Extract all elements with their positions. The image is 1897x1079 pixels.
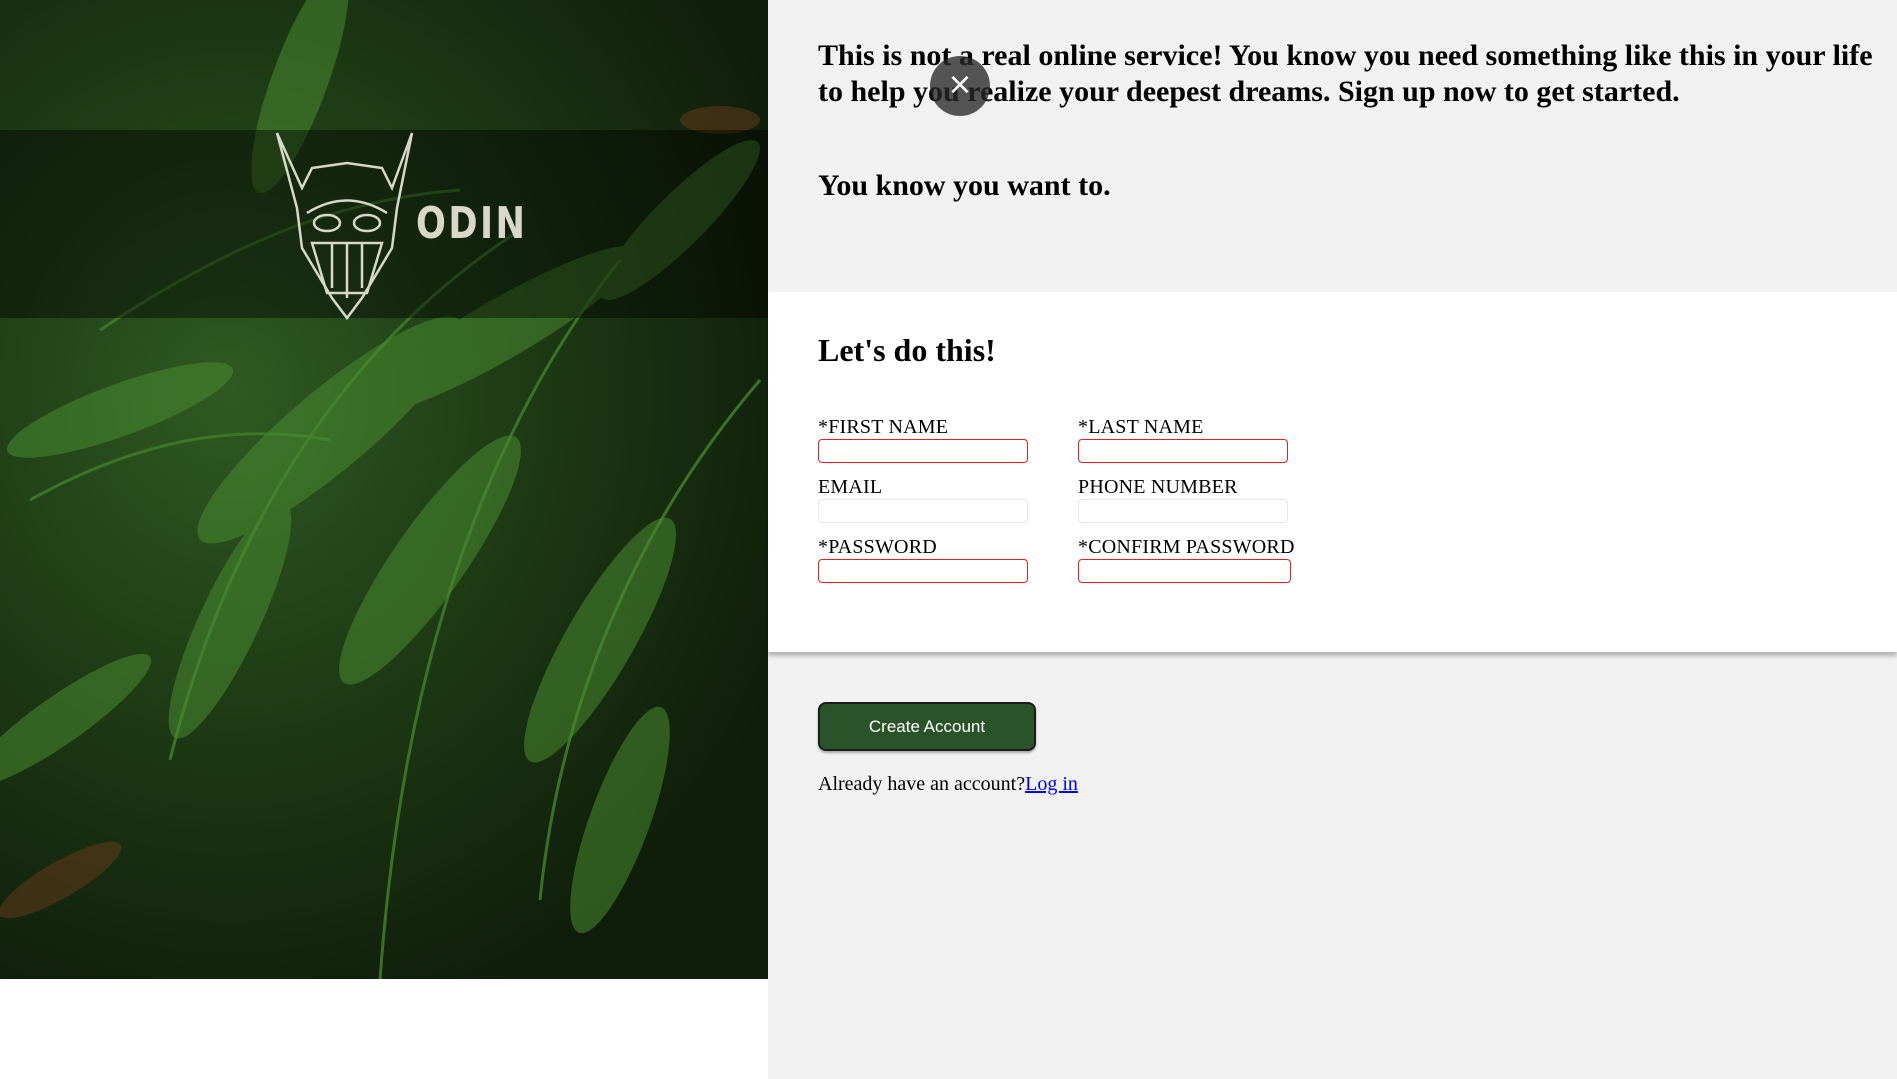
phone-input[interactable] — [1078, 499, 1288, 523]
confirm-password-label: *CONFIRM PASSWORD — [1078, 536, 1295, 558]
confirm-password-group: *CONFIRM PASSWORD — [1078, 536, 1295, 583]
password-label: *PASSWORD — [818, 536, 937, 558]
last-name-input[interactable] — [1078, 439, 1288, 463]
last-name-label: *LAST NAME — [1078, 416, 1204, 438]
form-title: Let's do this! — [818, 332, 996, 368]
create-account-button[interactable]: Create Account — [818, 702, 1036, 751]
password-input[interactable] — [818, 559, 1028, 583]
password-group: *PASSWORD — [818, 536, 1028, 583]
close-icon: × — [947, 67, 973, 102]
email-input[interactable] — [818, 499, 1028, 523]
email-group: EMAIL — [818, 476, 1028, 523]
form-actions: Create Account Already have an account?L… — [818, 702, 1078, 796]
confirm-password-input[interactable] — [1078, 559, 1291, 583]
close-button[interactable]: × — [930, 56, 990, 116]
hero-panel: ODIN — [0, 0, 768, 1079]
intro-subtext: You know you want to. — [818, 169, 1111, 202]
first-name-label: *FIRST NAME — [818, 416, 949, 438]
first-name-group: *FIRST NAME — [818, 416, 1028, 463]
first-name-input[interactable] — [818, 439, 1028, 463]
last-name-group: *LAST NAME — [1078, 416, 1288, 463]
phone-label: PHONE NUMBER — [1078, 476, 1238, 498]
login-prompt-text: Already have an account? — [818, 773, 1026, 795]
phone-group: PHONE NUMBER — [1078, 476, 1288, 523]
email-label: EMAIL — [818, 476, 883, 498]
logo-wordmark: ODIN — [416, 198, 528, 249]
login-prompt: Already have an account?Log in — [818, 773, 1078, 796]
login-link[interactable]: Log in — [1025, 773, 1078, 795]
signup-form: Let's do this! *FIRST NAME *LAST NAME EM… — [768, 292, 1897, 652]
